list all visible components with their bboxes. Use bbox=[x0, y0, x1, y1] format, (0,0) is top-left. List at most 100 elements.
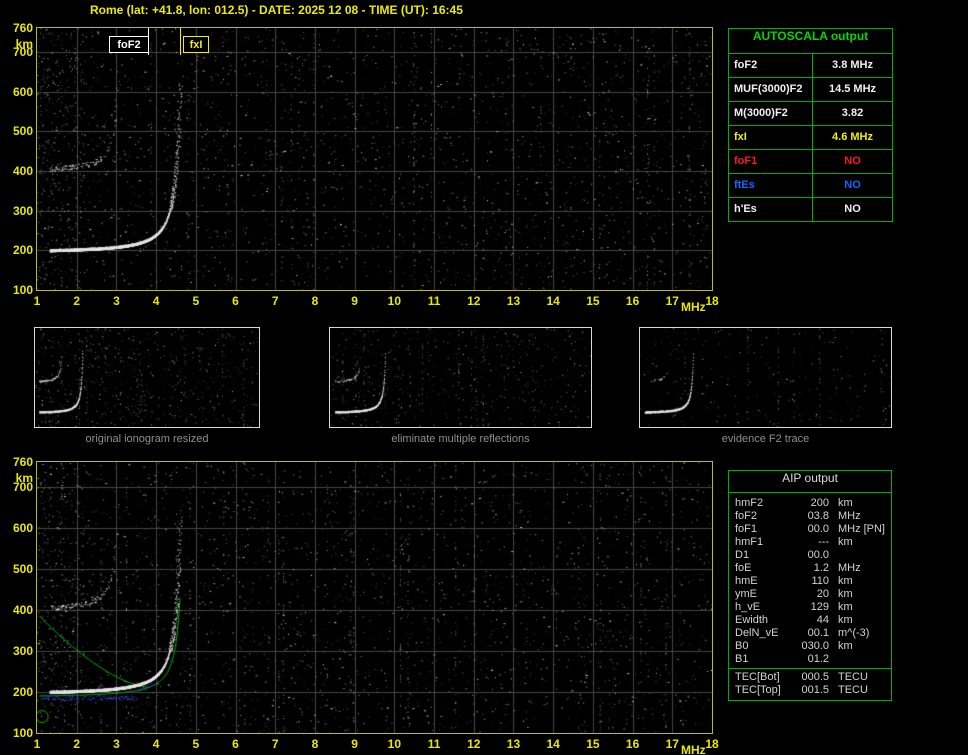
caption-original-ionogram: original ionogram resized bbox=[85, 433, 209, 445]
aip-value: 030.0 bbox=[801, 640, 829, 652]
y-tick-top: 500 bbox=[12, 124, 33, 139]
aip-row: DelN_vE 00.1 m^(-3) bbox=[729, 627, 891, 640]
aip-param-label: B1 bbox=[735, 653, 749, 665]
x-tick-bottom: 10 bbox=[387, 737, 402, 751]
x-tick-bottom: 4 bbox=[152, 737, 160, 751]
x-tick-top: 16 bbox=[625, 294, 640, 308]
autoscala-param: h'Es bbox=[729, 198, 813, 221]
aip-unit bbox=[829, 549, 838, 562]
autoscala-value: 14.5 MHz bbox=[828, 83, 877, 95]
aip-row: TEC[Bot] 000.5 TECU bbox=[729, 671, 891, 684]
aip-unit: km bbox=[838, 601, 853, 613]
aip-param-label: hmF2 bbox=[735, 497, 764, 509]
aip-unit: TECU bbox=[838, 671, 868, 683]
aip-unit: m^(-3) bbox=[838, 627, 870, 639]
autoscala-output-screen: Rome (lat: +41.8, lon: 012.5) - DATE: 20… bbox=[0, 0, 968, 755]
aip-tec-body: TEC[Bot] 000.5 TECU TEC[Top] 001.5 TECU bbox=[729, 671, 891, 697]
autoscala-param: foF1 bbox=[729, 150, 813, 173]
autoscala-table: AUTOSCALA output foF2 3.8 MHz MUF(3000)F2 1… bbox=[728, 28, 893, 222]
aip-param-label: DelN_vE bbox=[735, 627, 779, 639]
autoscala-param: foF2 bbox=[729, 54, 813, 77]
x-tick-bottom: 13 bbox=[506, 737, 521, 751]
aip-param-label: h_vE bbox=[735, 601, 761, 613]
aip-table: AIP output hmF2 200 km foF2 03.8 MHz foF1 00.0 M… bbox=[728, 470, 892, 701]
x-tick-bottom: 1 bbox=[33, 737, 41, 751]
aip-note: [PN] bbox=[863, 523, 885, 535]
aip-value: 01.2 bbox=[807, 653, 829, 665]
autoscala-value: 4.6 MHz bbox=[832, 131, 873, 143]
x-tick-top: 11 bbox=[427, 294, 441, 308]
top-ionogram-canvas bbox=[37, 28, 712, 290]
y-tick-top: 760 bbox=[12, 21, 33, 35]
y-tick-bottom: 200 bbox=[12, 684, 33, 699]
y-tick-bottom: 300 bbox=[12, 643, 33, 658]
y-tick-bottom: 400 bbox=[12, 602, 33, 617]
aip-row: TEC[Top] 001.5 TECU bbox=[729, 684, 891, 697]
panel-eliminate-canvas bbox=[330, 328, 591, 427]
aip-value: 03.8 bbox=[807, 510, 829, 522]
fof2-marker-label: foF2 bbox=[109, 36, 149, 53]
bottom-ionogram-canvas bbox=[37, 462, 712, 733]
x-tick-top: 13 bbox=[506, 294, 521, 308]
panel-original-ionogram bbox=[34, 327, 260, 428]
autoscala-row: M(3000)F2 3.82 bbox=[729, 102, 892, 126]
aip-row: Ewidth 44 km bbox=[729, 614, 891, 627]
x-tick-top: 9 bbox=[351, 294, 358, 308]
x-tick-top: 6 bbox=[232, 294, 239, 308]
autoscala-param: ftEs bbox=[729, 174, 813, 197]
x-tick-bottom: 12 bbox=[467, 737, 481, 751]
x-tick-top: 3 bbox=[113, 294, 120, 308]
aip-row: h_vE 129 km bbox=[729, 601, 891, 614]
aip-table-body: hmF2 200 km foF2 03.8 MHz foF1 00.0 MHz [PN] hmF1-… bbox=[729, 493, 891, 666]
aip-param-label: TEC[Bot] bbox=[735, 671, 780, 683]
aip-value: 00.0 bbox=[807, 549, 829, 561]
aip-unit: km bbox=[838, 614, 853, 626]
aip-param-label: foF2 bbox=[735, 510, 758, 522]
x-tick-bottom: 16 bbox=[625, 737, 640, 751]
aip-unit: TECU bbox=[838, 684, 868, 696]
x-axis-unit-top: MHz bbox=[680, 300, 706, 314]
x-tick-top: 7 bbox=[271, 294, 279, 308]
aip-value: 000.5 bbox=[801, 671, 829, 683]
aip-param-label: B0 bbox=[735, 640, 749, 652]
x-tick-bottom: 9 bbox=[351, 737, 358, 751]
autoscala-param: fxI bbox=[729, 126, 813, 149]
panel-evidence-canvas bbox=[640, 328, 891, 427]
x-tick-bottom: 2 bbox=[73, 737, 81, 751]
panel-evidence-f2 bbox=[639, 327, 892, 428]
aip-value: 200 bbox=[810, 497, 829, 509]
aip-unit: MHz bbox=[838, 523, 861, 535]
panel-eliminate-reflections bbox=[329, 327, 592, 428]
autoscala-row: ftEs NO bbox=[729, 174, 892, 198]
aip-unit: MHz bbox=[838, 510, 861, 522]
x-tick-top: 10 bbox=[387, 294, 402, 308]
aip-value: 110 bbox=[811, 575, 829, 587]
autoscala-table-title: AUTOSCALA output bbox=[729, 29, 892, 54]
autoscala-param: M(3000)F2 bbox=[729, 102, 813, 125]
caption-eliminate-reflections: eliminate multiple reflections bbox=[391, 433, 530, 445]
aip-row: hmF1 --- km bbox=[729, 536, 891, 549]
autoscala-value: 3.8 MHz bbox=[832, 59, 873, 71]
aip-row: foF2 03.8 MHz bbox=[729, 510, 891, 523]
aip-unit: km bbox=[838, 588, 853, 600]
x-tick-top: 4 bbox=[152, 294, 160, 308]
aip-row: foE 1.2 MHz bbox=[729, 562, 891, 575]
aip-table-title: AIP output bbox=[729, 471, 891, 493]
aip-param-label: Ewidth bbox=[735, 614, 769, 626]
bottom-ionogram-frame bbox=[36, 461, 713, 734]
aip-unit bbox=[829, 653, 838, 666]
y-tick-bottom: 600 bbox=[12, 520, 33, 535]
aip-value: 001.5 bbox=[801, 684, 829, 696]
autoscala-table-body: foF2 3.8 MHz MUF(3000)F2 14.5 MHz M(3000)F2 3… bbox=[729, 54, 892, 221]
aip-value: 129 bbox=[810, 601, 829, 613]
x-tick-bottom: 14 bbox=[546, 737, 560, 751]
y-tick-top: 600 bbox=[12, 84, 33, 99]
aip-value: 20 bbox=[816, 588, 829, 600]
autoscala-value: NO bbox=[844, 155, 861, 167]
x-tick-top: 12 bbox=[467, 294, 481, 308]
aip-unit: km bbox=[838, 536, 853, 548]
y-axis-unit-bottom: km bbox=[15, 471, 33, 485]
aip-unit: km bbox=[838, 575, 853, 587]
panel-original-canvas bbox=[35, 328, 259, 427]
fxi-marker-label: fxI bbox=[183, 36, 209, 53]
